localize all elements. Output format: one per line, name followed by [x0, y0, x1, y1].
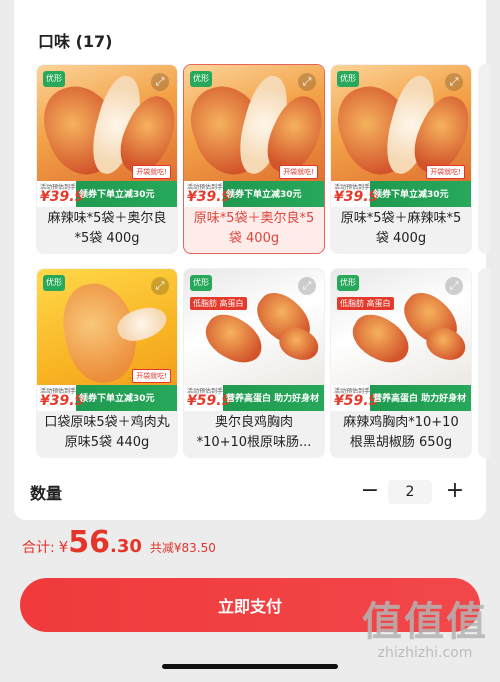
promo-text: 领券下单立减30元 — [373, 190, 449, 200]
product-card[interactable]: 优形 低脂肪 高蛋白 ⤢ 活动预估到手 ¥59.9 营养高蛋白 助力好身材 麻辣… — [330, 268, 472, 458]
promo-strip: 活动预估到手 ¥59.9 营养高蛋白 助力好身材 — [184, 385, 324, 411]
badge: 开袋就吃! — [279, 165, 318, 179]
flavor-section-title: 口味 (17) — [38, 32, 113, 51]
badge: 开袋就吃! — [132, 369, 171, 383]
product-card[interactable]: 优形 ⤢ 开袋就吃! 活动预估到手 ¥39.9 领券下单立减30元 原味*5袋＋… — [330, 64, 472, 254]
quantity-input[interactable]: 2 — [388, 480, 432, 504]
product-image: 优形 ⤢ 开袋就吃! 活动预估到手 ¥39.9 领券下单立减30元 — [331, 65, 471, 207]
savings-text: 共减¥83.50 — [149, 541, 216, 555]
product-image: 优形 低脂肪 高蛋白 ⤢ 活动预估到手 ¥59.9 营养高蛋白 助力好身材 — [331, 269, 471, 411]
home-indicator[interactable] — [162, 664, 338, 669]
brand-logo: 优形 — [190, 71, 212, 87]
promo-strip: 活动预估到手 ¥39.9 领券下单立减30元 — [37, 385, 177, 411]
price: ¥39.9 — [334, 189, 379, 205]
brand-logo: 优形 — [190, 275, 212, 291]
total-label: 合计: — [22, 540, 55, 556]
promo-text: 领券下单立减30元 — [79, 190, 155, 200]
product-image: 优形 ⤢ 开袋就吃! 活动预估到手 ¥39.9 领券下单立减30元 — [37, 65, 177, 207]
zoom-icon[interactable]: ⤢ — [445, 73, 463, 91]
product-name: 麻辣鸡胸肉*10+10根黑胡椒肠 650g — [343, 415, 459, 450]
next-card-peek[interactable] — [478, 64, 490, 254]
zoom-icon[interactable]: ⤢ — [151, 73, 169, 91]
badge: 开袋就吃! — [426, 165, 465, 179]
watermark-logo: 值值值 — [362, 599, 488, 645]
zoom-icon[interactable]: ⤢ — [298, 73, 316, 91]
quantity-plus-button[interactable]: + — [443, 476, 467, 506]
product-name: 口袋原味5袋＋鸡肉丸原味5袋 440g — [44, 415, 170, 450]
promo-strip: 活动预估到手 ¥39.9 领券下单立减30元 — [37, 181, 177, 207]
feature-tag: 低脂肪 高蛋白 — [190, 297, 247, 310]
feature-tag: 低脂肪 高蛋白 — [337, 297, 394, 310]
product-card[interactable]: 优形 ⤢ 开袋就吃! 活动预估到手 ¥39.9 领券下单立减30元 麻辣味*5袋… — [36, 64, 178, 254]
product-name: 奥尔良鸡胸肉*10+10根原味肠... — [196, 415, 312, 450]
price: ¥39.9 — [187, 189, 232, 205]
total-decimal: .30 — [110, 536, 142, 557]
price: ¥59.9 — [187, 393, 232, 409]
total-integer: 56 — [68, 525, 111, 560]
total-summary: 合计: ¥ 56 .30 共减¥83.50 — [22, 525, 216, 561]
product-image: 优形 ⤢ 开袋就吃! 活动预估到手 ¥39.9 领券下单立减30元 — [184, 65, 324, 207]
promo-text: 领券下单立减30元 — [79, 394, 155, 404]
product-name: 原味*5袋＋麻辣味*5袋 400g — [340, 211, 462, 246]
brand-logo: 优形 — [337, 275, 359, 291]
watermark-site: zhizhizhi.com — [377, 645, 473, 661]
promo-text: 营养高蛋白 助力好身材 — [226, 394, 320, 404]
promo-text: 营养高蛋白 助力好身材 — [373, 394, 467, 404]
brand-logo: 优形 — [337, 71, 359, 87]
price: ¥39.9 — [40, 189, 85, 205]
product-card-selected[interactable]: 优形 ⤢ 开袋就吃! 活动预估到手 ¥39.9 领券下单立减30元 原味*5袋＋… — [183, 64, 325, 254]
zoom-icon[interactable]: ⤢ — [151, 277, 169, 295]
promo-strip: 活动预估到手 ¥39.9 领券下单立减30元 — [184, 181, 324, 207]
promo-strip: 活动预估到手 ¥39.9 领券下单立减30元 — [331, 181, 471, 207]
product-image: 优形 ⤢ 开袋就吃! 活动预估到手 ¥39.9 领券下单立减30元 — [37, 269, 177, 411]
brand-logo: 优形 — [43, 275, 65, 291]
product-card[interactable]: 优形 ⤢ 开袋就吃! 活动预估到手 ¥39.9 领券下单立减30元 口袋原味5袋… — [36, 268, 178, 458]
product-name: 原味*5袋＋奥尔良*5袋 400g — [193, 211, 315, 246]
promo-text: 领券下单立减30元 — [226, 190, 302, 200]
zoom-icon[interactable]: ⤢ — [445, 277, 463, 295]
product-name: 麻辣味*5袋＋奥尔良*5袋 400g — [47, 211, 167, 246]
price: ¥39.9 — [40, 393, 85, 409]
promo-strip: 活动预估到手 ¥59.9 营养高蛋白 助力好身材 — [331, 385, 471, 411]
quantity-label: 数量 — [30, 484, 63, 503]
badge: 开袋就吃! — [132, 165, 171, 179]
product-image: 优形 低脂肪 高蛋白 ⤢ 活动预估到手 ¥59.9 营养高蛋白 助力好身材 — [184, 269, 324, 411]
zoom-icon[interactable]: ⤢ — [298, 277, 316, 295]
next-card-peek[interactable] — [478, 268, 490, 458]
brand-logo: 优形 — [43, 71, 65, 87]
quantity-minus-button[interactable]: − — [358, 476, 382, 506]
currency-symbol: ¥ — [58, 538, 69, 556]
product-card[interactable]: 优形 低脂肪 高蛋白 ⤢ 活动预估到手 ¥59.9 营养高蛋白 助力好身材 奥尔… — [183, 268, 325, 458]
price: ¥59.9 — [334, 393, 379, 409]
watermark: 值值值 zhizhizhi.com — [362, 600, 488, 662]
